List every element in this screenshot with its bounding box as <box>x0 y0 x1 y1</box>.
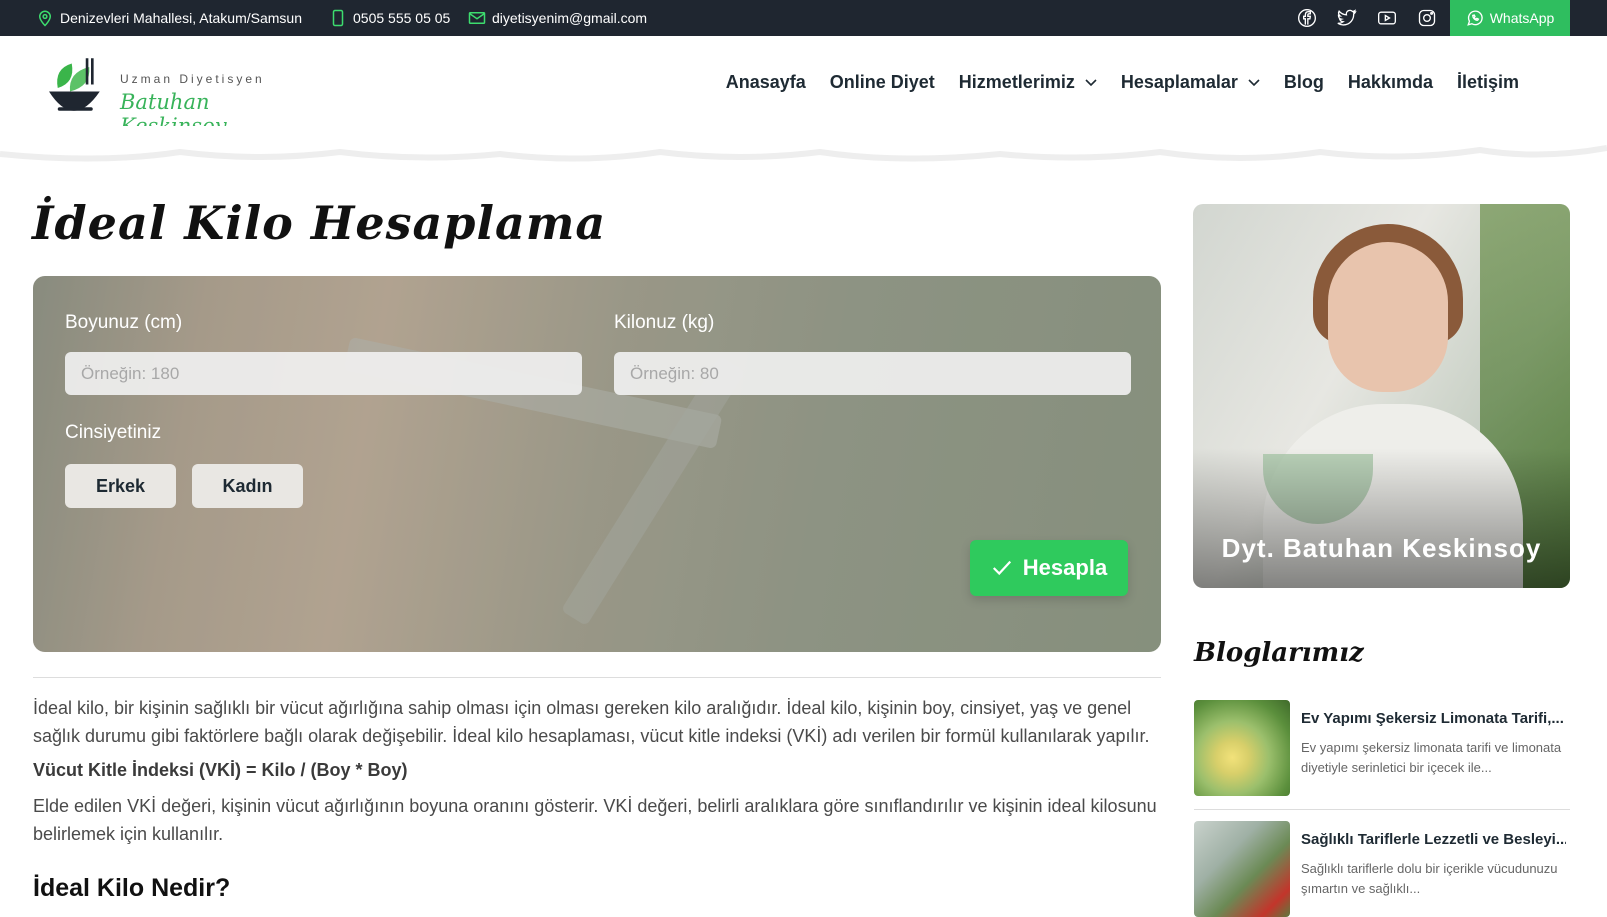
weight-label: Kilonuz (kg) <box>614 312 715 333</box>
twitter-icon[interactable] <box>1336 7 1358 29</box>
nav-item-about[interactable]: Hakkımda <box>1348 72 1433 93</box>
nav-item-contact[interactable]: İletişim <box>1457 72 1519 93</box>
facebook-icon[interactable] <box>1296 7 1318 29</box>
blog-post-title[interactable]: Ev Yapımı Şekersiz Limonata Tarifi,... <box>1301 710 1566 727</box>
logo-bowl-icon <box>49 58 100 111</box>
whatsapp-button[interactable]: WhatsApp <box>1450 0 1570 36</box>
main-nav: Anasayfa Online Diyet Hizmetlerimiz Hesa… <box>726 72 1519 93</box>
nav-label: Hizmetlerimiz <box>958 72 1075 92</box>
nav-label: Hesaplamalar <box>1120 72 1238 92</box>
mail-icon <box>468 12 486 24</box>
profile-gradient <box>1193 448 1570 588</box>
blog-post-card[interactable]: Ev Yapımı Şekersiz Limonata Tarifi,... E… <box>1194 700 1570 800</box>
email-contact[interactable]: diyetisyenim@gmail.com <box>468 0 647 36</box>
nav-item-online-diet[interactable]: Online Diyet <box>830 72 935 93</box>
height-input[interactable] <box>65 352 582 395</box>
portrait-face <box>1328 242 1448 392</box>
nav-label: Blog <box>1283 72 1324 92</box>
blog-post-separator <box>1194 809 1570 810</box>
profile-name: Dyt. Batuhan Keskinsoy <box>1221 533 1542 563</box>
logo-subtitle: Uzman Diyetisyen <box>120 72 265 86</box>
nav-item-home[interactable]: Anasayfa <box>726 72 806 93</box>
ideal-weight-calculator: Boyunuz (cm) Kilonuz (kg) Cinsiyetiniz E… <box>33 276 1161 652</box>
weight-input[interactable] <box>614 352 1131 395</box>
section-heading: İdeal Kilo Nedir? <box>33 874 231 902</box>
blog-post-excerpt: Ev yapımı şekersiz limonata tarifi ve li… <box>1301 740 1562 775</box>
phone-contact[interactable]: 0505 555 05 05 <box>329 0 450 36</box>
lemonade-thumbnail <box>1194 700 1290 796</box>
instagram-icon[interactable] <box>1416 7 1438 29</box>
nav-item-blog[interactable]: Blog <box>1284 72 1324 93</box>
address-contact[interactable]: Denizevleri Mahallesi, Atakum/Samsun <box>36 0 302 36</box>
gender-label: Cinsiyetiniz <box>65 422 162 443</box>
kitchen-thumbnail <box>1194 821 1290 917</box>
page-title: İdeal Kilo Hesaplama <box>32 196 607 250</box>
whatsapp-label: WhatsApp <box>1489 10 1555 26</box>
bmi-explanation-paragraph: Elde edilen VKİ değeri, kişinin vücut ağ… <box>33 796 1157 844</box>
chevron-down-icon <box>1085 78 1097 86</box>
content-divider <box>33 677 1161 678</box>
nav-item-services[interactable]: Hizmetlerimiz <box>959 72 1097 93</box>
phone-text: 0505 555 05 05 <box>353 10 451 26</box>
bmi-formula: Vücut Kitle İndeksi (VKİ) = Kilo / (Boy … <box>33 760 408 780</box>
site-logo[interactable]: Uzman Diyetisyen Batuhan Keskinsoy <box>42 50 312 138</box>
whatsapp-icon <box>1466 10 1483 26</box>
email-text: diyetisyenim@gmail.com <box>492 10 648 26</box>
calculate-button[interactable]: Hesapla <box>970 540 1128 596</box>
calculate-label: Hesapla <box>1022 555 1108 580</box>
address-text: Denizevleri Mahallesi, Atakum/Samsun <box>60 10 302 26</box>
nav-item-calculations[interactable]: Hesaplamalar <box>1121 72 1260 93</box>
blog-post-card[interactable]: Sağlıklı Tariflerle Lezzetli ve Besleyi.… <box>1194 821 1570 917</box>
nav-label: Anasayfa <box>725 72 806 92</box>
header-brush-divider <box>0 126 1607 162</box>
nav-label: Hakkımda <box>1347 72 1433 92</box>
height-label: Boyunuz (cm) <box>65 312 183 333</box>
blog-section-title: Bloglarımız <box>1194 638 1364 668</box>
social-links <box>1296 0 1438 36</box>
nav-label: Online Diyet <box>829 72 935 92</box>
blog-post-excerpt: Sağlıklı tariflerle dolu bir içerikle vü… <box>1301 861 1558 896</box>
check-icon <box>992 560 1011 576</box>
youtube-icon[interactable] <box>1376 7 1398 29</box>
blog-post-title[interactable]: Sağlıklı Tariflerle Lezzetli ve Besleyi.… <box>1301 831 1566 848</box>
intro-paragraph: İdeal kilo, bir kişinin sağlıklı bir vüc… <box>33 698 1150 746</box>
top-bar: Denizevleri Mahallesi, Atakum/Samsun 050… <box>0 0 1607 36</box>
gender-female-button[interactable]: Kadın <box>192 464 303 508</box>
chevron-down-icon <box>1248 78 1260 86</box>
dietitian-profile-card[interactable]: Dyt. Batuhan Keskinsoy <box>1193 204 1570 588</box>
gender-male-button[interactable]: Erkek <box>65 464 176 508</box>
nav-label: İletişim <box>1456 72 1519 92</box>
location-pin-icon <box>38 10 52 27</box>
phone-icon <box>332 9 344 27</box>
